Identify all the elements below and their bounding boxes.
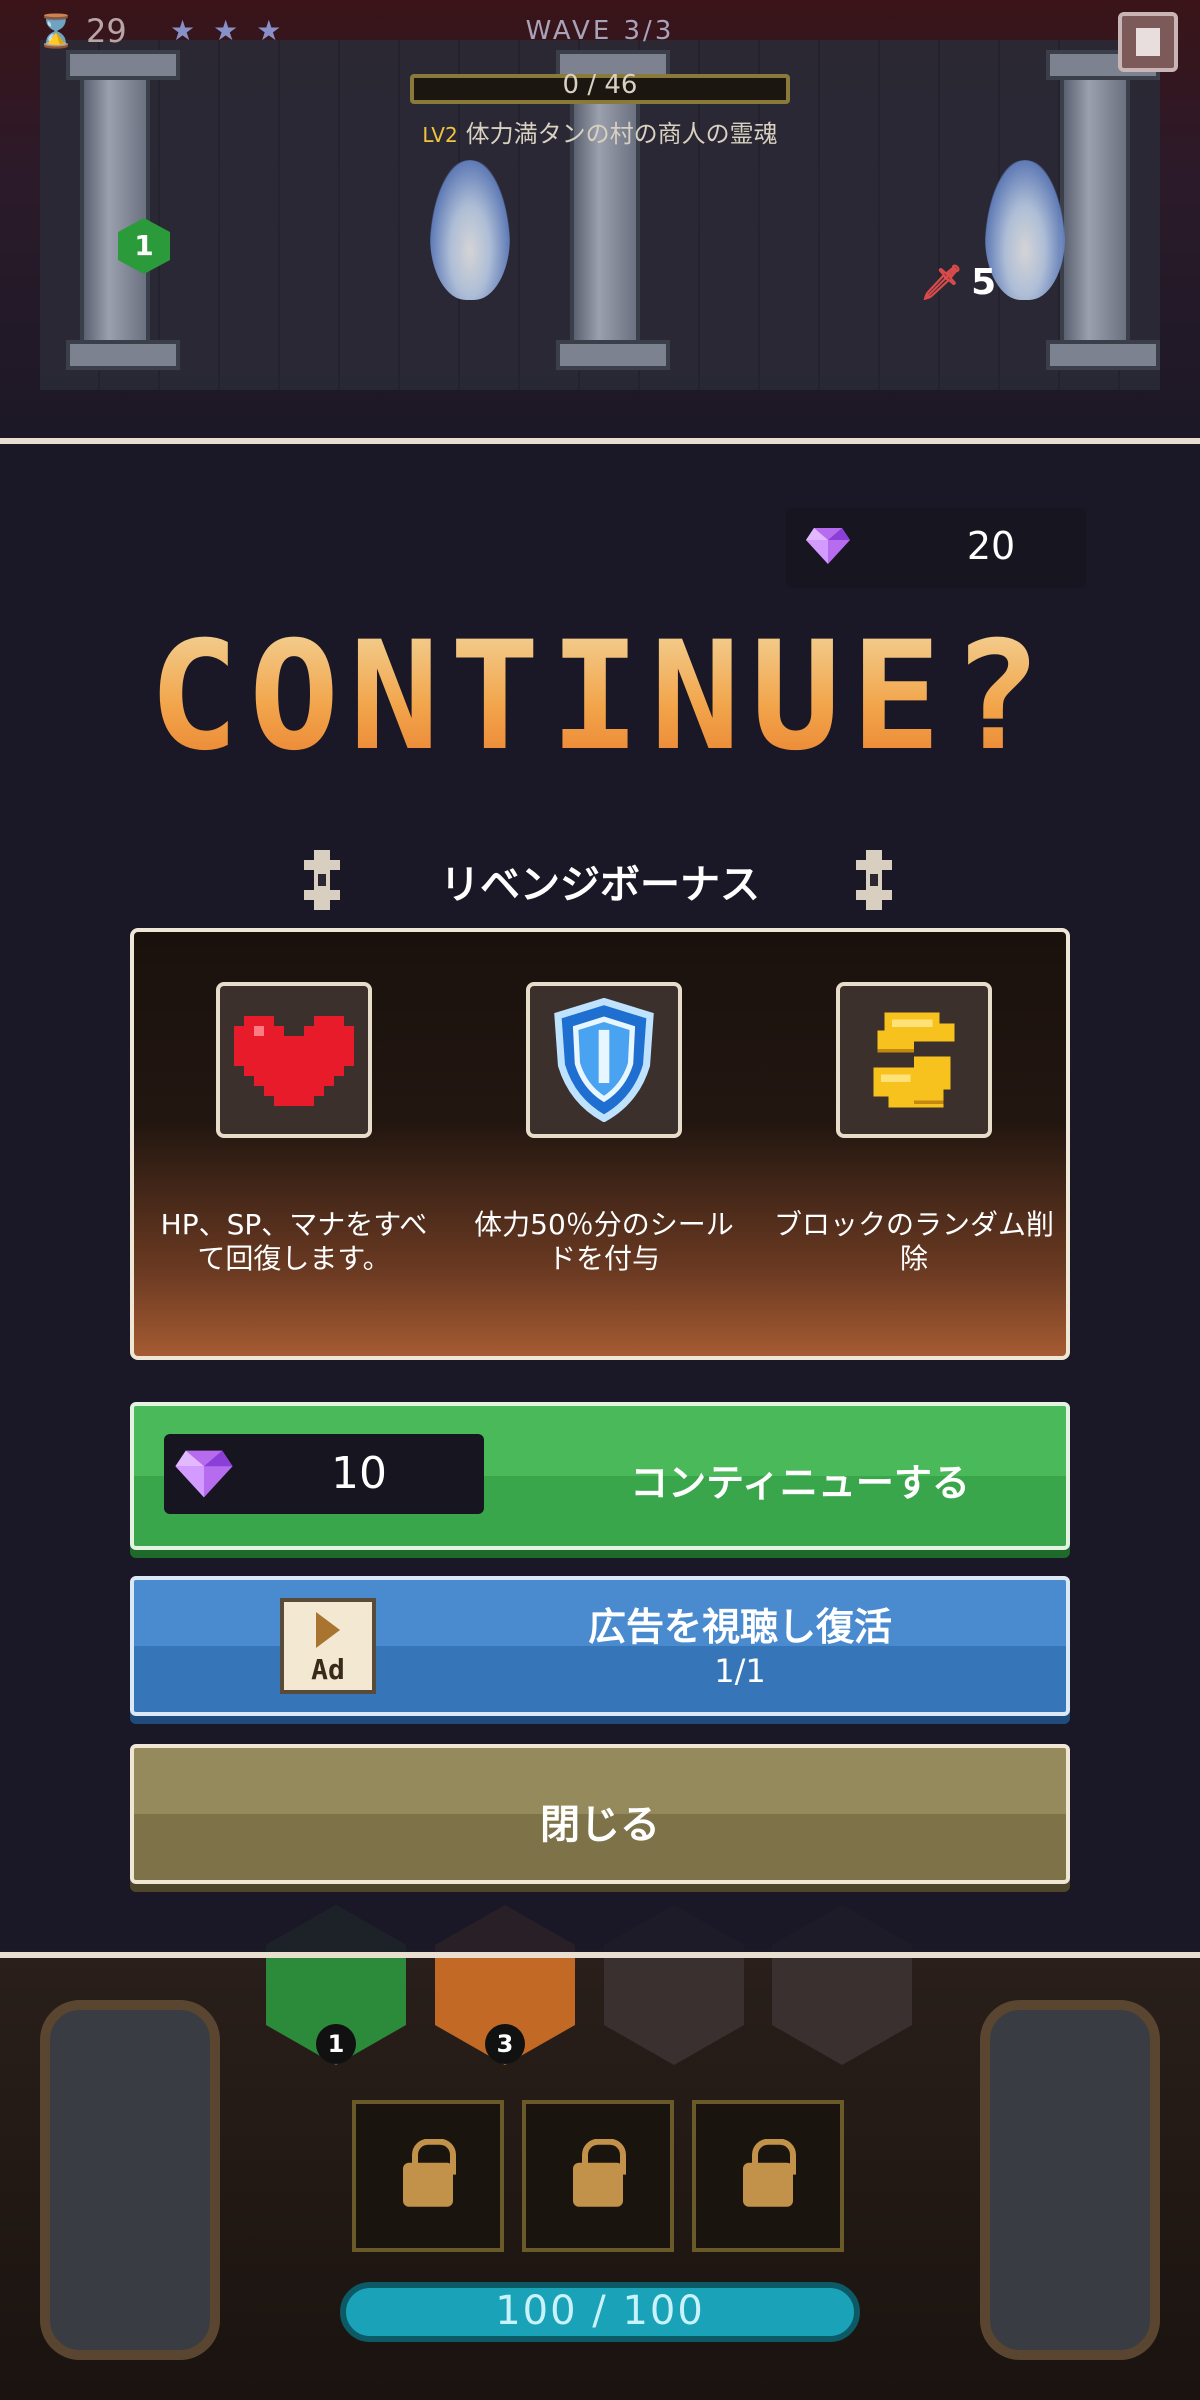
ad-remaining-count: 1/1: [714, 1652, 766, 1690]
continue-price: 10: [164, 1434, 484, 1514]
hero-level-badge: 3: [485, 2024, 525, 2064]
ad-video-icon: Ad: [280, 1598, 376, 1694]
pillar: [66, 50, 180, 370]
gem-balance-value: 20: [966, 524, 1016, 568]
bonus-item-shield: 体力50％分のシールドを付与: [454, 982, 754, 1276]
wave-indicator: WAVE 3/3: [525, 16, 675, 46]
spirit-flame: [985, 160, 1065, 300]
spirit-flame: [430, 160, 510, 300]
lock-icon: [743, 2138, 796, 2207]
hero-level-badge: 1: [316, 2024, 356, 2064]
pause-button[interactable]: [1118, 12, 1178, 72]
continue-title: CONTINUE?: [0, 610, 1200, 784]
lock-icon: [403, 2138, 456, 2207]
revenge-bonus-title: リベンジボーナス: [440, 862, 760, 908]
bonus-item-heal: HP、SP、マナをすべて回復します。: [144, 982, 444, 1276]
bonus-icon-box: [836, 982, 992, 1138]
close-button[interactable]: 閉じる: [130, 1744, 1070, 1884]
bonus-text-heal: HP、SP、マナをすべて回復します。: [160, 1208, 428, 1275]
pillar: [556, 50, 670, 370]
boss-name: LV2 体力満タンの村の商人の霊魂: [0, 114, 1200, 149]
pillar: [1046, 50, 1160, 370]
gem-balance: 20: [786, 508, 1086, 588]
continue-button-label: コンティニューする: [630, 1461, 970, 1505]
boss-level: LV2: [422, 123, 458, 147]
boss-name-label: 体力満タンの村の商人の霊魂: [465, 120, 778, 148]
ad-icon-text: Ad: [311, 1653, 345, 1686]
bonus-text-shield: 体力50％分のシールドを付与: [474, 1208, 734, 1275]
ad-button-label: 広告を視聴し復活: [587, 1605, 892, 1649]
bonus-icon-box: [216, 982, 372, 1138]
watch-ad-revive-button[interactable]: Ad 広告を視聴し復活 1/1: [130, 1576, 1070, 1716]
boss-hp-text: 0 / 46: [562, 70, 638, 100]
gem-icon: [175, 1450, 233, 1498]
locked-slot: [522, 2100, 674, 2252]
lock-icon: [573, 2138, 626, 2207]
party-hp-text: 100 / 100: [495, 2288, 705, 2334]
play-icon: [316, 1612, 340, 1648]
revenge-bonus-panel: HP、SP、マナをすべて回復します。 体力50％分のシールドを付与 ブロックのラ…: [130, 928, 1070, 1360]
attack-count: 5: [920, 262, 996, 303]
locked-slot: [352, 2100, 504, 2252]
close-button-label: 閉じる: [540, 1802, 660, 1848]
gem-icon: [806, 528, 850, 564]
bonus-item-block-remove: ブロックのランダム削除: [764, 982, 1064, 1276]
block-shuffle-icon: [873, 1012, 955, 1108]
continue-with-gems-button[interactable]: 10 コンティニューする: [130, 1402, 1070, 1550]
ornament-icon: [856, 850, 892, 910]
locked-slot: [692, 2100, 844, 2252]
bonus-text-block-remove: ブロックのランダム削除: [774, 1208, 1055, 1275]
heart-icon: [234, 1016, 354, 1106]
continue-price-value: 10: [331, 1448, 387, 1499]
top-hud: ⌛ 29 ★★★ WAVE 3/3: [0, 0, 1200, 72]
bonus-icon-box: [526, 982, 682, 1138]
shield-icon: [554, 998, 654, 1122]
